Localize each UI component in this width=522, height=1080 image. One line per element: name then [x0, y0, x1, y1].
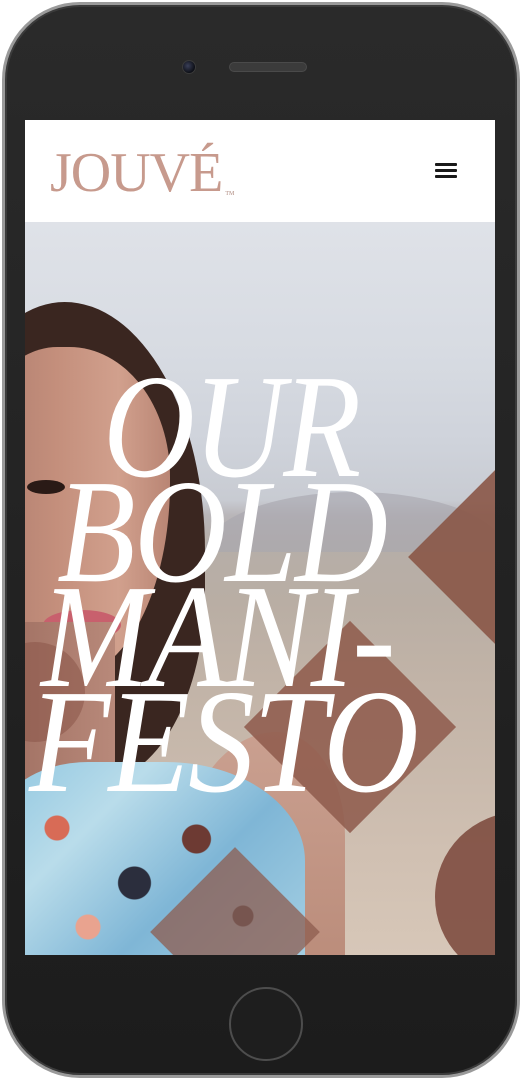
logo-text: JOUVÉ: [50, 142, 223, 204]
decorative-circle-shape: [435, 812, 495, 955]
front-camera-icon: [182, 60, 196, 74]
hamburger-menu-icon-bar: [435, 169, 457, 172]
hamburger-menu-icon-bar: [435, 163, 457, 166]
hero-banner: OUR BOLD MANI- FESTO: [25, 222, 495, 955]
site-header: JOUVÉ TM: [25, 120, 495, 222]
hamburger-menu-button[interactable]: [433, 160, 461, 184]
jouve-logo[interactable]: JOUVÉ TM: [50, 145, 234, 201]
headline-line-4: FESTO: [29, 660, 419, 824]
phone-screen: JOUVÉ TM OUR BOLD MANI- FESTO: [25, 120, 495, 955]
trademark-mark: TM: [225, 191, 235, 197]
decorative-diamond-shape: [408, 465, 495, 649]
earpiece-speaker: [229, 62, 307, 72]
hamburger-menu-icon-bar: [435, 175, 457, 178]
home-button[interactable]: [229, 987, 303, 1061]
